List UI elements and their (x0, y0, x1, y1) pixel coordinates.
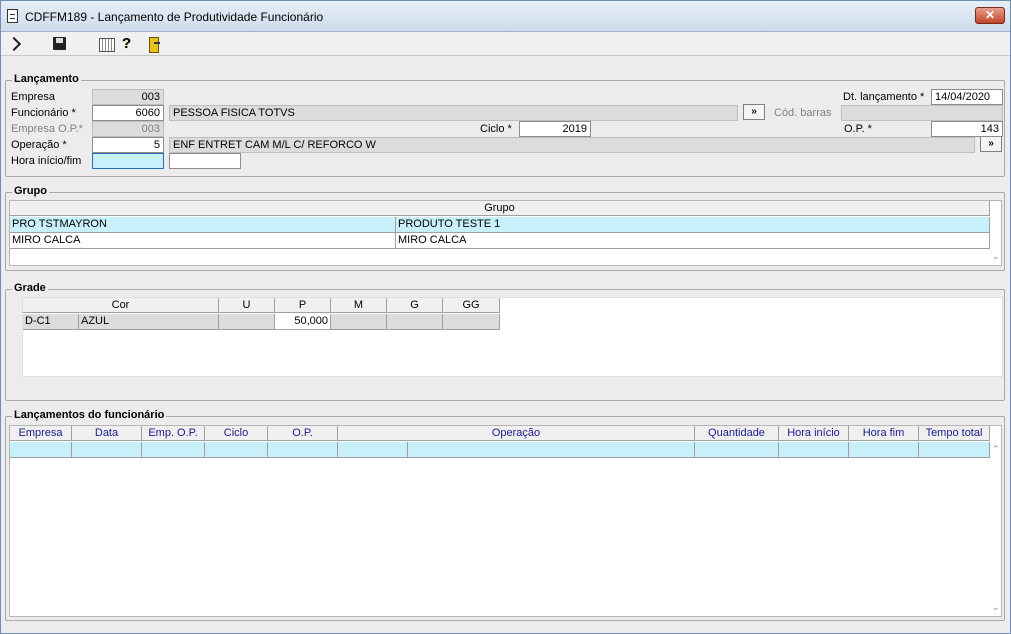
funcionario-name-field: PESSOA FISICA TOTVS (169, 105, 738, 121)
grade-header-gg[interactable]: GG (443, 298, 500, 313)
op-input[interactable]: 143 (931, 121, 1003, 137)
grupo-grid: Grupo PRO TSTMAYRON PRODUTO TESTE 1 MIRO… (9, 200, 1002, 266)
grade-group-label: Grade (12, 282, 48, 294)
grupo-row-2-code[interactable]: MIRO CALCA (10, 233, 396, 249)
empresa-label: Empresa (11, 91, 56, 103)
exit-door-icon[interactable] (146, 36, 162, 53)
toolbar: ? (1, 32, 1010, 56)
grade-header-cor[interactable]: Cor (23, 298, 219, 313)
empresa-op-field: 003 (92, 121, 164, 137)
lancamentos-grid: Empresa Data Emp. O.P. Ciclo O.P. Operaç… (9, 425, 1002, 617)
empresa-op-label: Empresa O.P.* (11, 123, 83, 135)
lanc-header-hora-fim[interactable]: Hora fim (849, 426, 919, 441)
grade-grid: Cor U P M G GG D-C1 AZUL 50,000 (22, 297, 1003, 377)
grupo-group-label: Grupo (12, 185, 49, 197)
lanc-row-hora-inicio[interactable] (779, 442, 849, 458)
lanc-row-op[interactable] (268, 442, 338, 458)
lanc-header-quantidade[interactable]: Quantidade (695, 426, 779, 441)
hora-label: Hora início/fim (11, 155, 82, 167)
lanc-scroll-up-icon[interactable]: ⌃ (992, 444, 1000, 455)
grade-row-cor: AZUL (79, 314, 219, 330)
lanc-header-ciclo[interactable]: Ciclo (205, 426, 268, 441)
grupo-row-1-desc[interactable]: PRODUTO TESTE 1 (396, 217, 990, 233)
grade-header-p[interactable]: P (275, 298, 331, 313)
grade-cell-p[interactable]: 50,000 (275, 314, 331, 330)
enter-arrow-icon[interactable] (7, 36, 23, 52)
dt-lancamento-input[interactable]: 14/04/2020 (931, 89, 1003, 105)
lanc-scroll-down-icon[interactable]: ⌄ (992, 602, 1000, 613)
lanc-row-operacao-desc[interactable] (408, 442, 695, 458)
grade-cell-m[interactable] (331, 314, 387, 330)
hora-fim-input[interactable] (169, 153, 241, 169)
hora-inicio-input[interactable] (92, 153, 164, 169)
operacao-desc-field: ENF ENTRET CAM M/L C/ REFORCO W (169, 137, 975, 153)
lanc-row-ciclo[interactable] (205, 442, 268, 458)
lanc-header-operacao[interactable]: Operação (338, 426, 695, 441)
operacao-lookup-button[interactable]: » (980, 136, 1002, 152)
funcionario-lookup-button[interactable]: » (743, 104, 765, 120)
cod-barras-label: Cód. barras (774, 107, 832, 119)
grade-row-code: D-C1 (23, 314, 79, 330)
lanc-row-operacao-code[interactable] (338, 442, 408, 458)
main-window: CDFFM189 - Lançamento de Produtividade F… (0, 0, 1011, 634)
grupo-scroll-down-icon[interactable]: ⌄ (992, 251, 1000, 262)
cod-barras-field (841, 105, 1003, 121)
funcionario-code-input[interactable]: 6060 (92, 105, 164, 121)
ciclo-input[interactable]: 2019 (519, 121, 591, 137)
close-button[interactable]: ✕ (975, 7, 1005, 24)
lanc-row-data[interactable] (72, 442, 142, 458)
lanc-row-empresa[interactable] (10, 442, 72, 458)
lanc-row-hora-fim[interactable] (849, 442, 919, 458)
lanc-row-emp-op[interactable] (142, 442, 205, 458)
lanc-header-op[interactable]: O.P. (268, 426, 338, 441)
window-title: CDFFM189 - Lançamento de Produtividade F… (25, 10, 324, 24)
grupo-row-1-code[interactable]: PRO TSTMAYRON (10, 217, 396, 233)
lancamentos-group-label: Lançamentos do funcionário (12, 409, 167, 421)
lanc-header-data[interactable]: Data (72, 426, 142, 441)
operacao-label: Operação * (11, 139, 67, 151)
lanc-row-tempo-total[interactable] (919, 442, 990, 458)
title-bar: CDFFM189 - Lançamento de Produtividade F… (1, 1, 1010, 32)
empresa-field: 003 (92, 89, 164, 105)
grade-cell-g[interactable] (387, 314, 443, 330)
op-label: O.P. * (844, 123, 872, 135)
lanc-header-hora-inicio[interactable]: Hora início (779, 426, 849, 441)
grade-header-g[interactable]: G (387, 298, 443, 313)
grupo-column-header[interactable]: Grupo (10, 201, 990, 216)
grade-header-u[interactable]: U (219, 298, 275, 313)
grade-header-m[interactable]: M (331, 298, 387, 313)
lancamento-group-label: Lançamento (12, 73, 81, 85)
dt-lancamento-label: Dt. lançamento * (843, 91, 925, 103)
operacao-code-input[interactable]: 5 (92, 137, 164, 153)
funcionario-label: Funcionário * (11, 107, 76, 119)
lanc-header-tempo-total[interactable]: Tempo total (919, 426, 990, 441)
grade-cell-u[interactable] (219, 314, 275, 330)
lanc-row-quantidade[interactable] (695, 442, 779, 458)
lanc-header-emp-op[interactable]: Emp. O.P. (142, 426, 205, 441)
save-icon[interactable] (52, 36, 68, 52)
lanc-header-empresa[interactable]: Empresa (10, 426, 72, 441)
ciclo-label: Ciclo * (480, 123, 512, 135)
calculator-icon[interactable] (98, 36, 115, 52)
help-icon[interactable]: ? (122, 36, 138, 52)
grade-cell-gg[interactable] (443, 314, 500, 330)
document-icon (7, 9, 18, 23)
grupo-row-2-desc[interactable]: MIRO CALCA (396, 233, 990, 249)
